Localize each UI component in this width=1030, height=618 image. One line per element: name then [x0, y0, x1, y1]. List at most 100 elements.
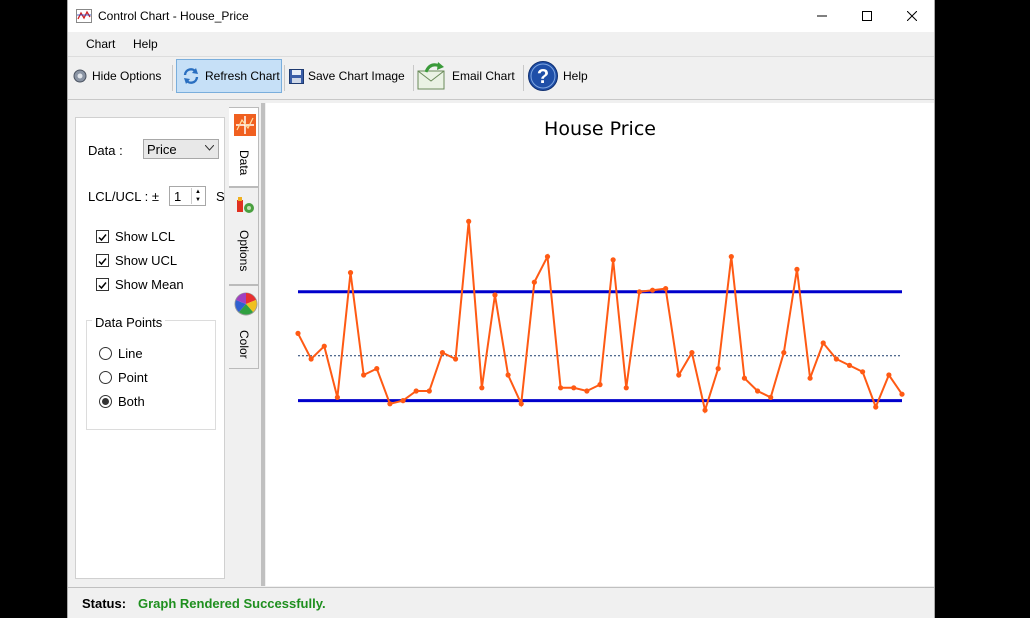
data-point: [558, 385, 564, 391]
window-title: Control Chart - House_Price: [98, 9, 249, 23]
data-point: [899, 391, 905, 397]
options-tools-icon: [237, 197, 254, 213]
data-points-group: Data Points Line Point Both: [86, 315, 216, 430]
show-mean-checkbox[interactable]: Show Mean: [96, 277, 184, 292]
app-chart-icon: [76, 9, 92, 23]
data-select[interactable]: Price: [143, 139, 219, 159]
data-point: [820, 340, 826, 346]
data-point: [715, 366, 721, 372]
status-text: Graph Rendered Successfully.: [138, 596, 326, 611]
menu-help[interactable]: Help: [129, 37, 162, 51]
radio-point-label: Point: [118, 370, 148, 385]
checkbox-box[interactable]: [96, 254, 109, 267]
svg-text:?: ?: [537, 66, 549, 88]
data-point: [846, 362, 853, 368]
radio-line-label: Line: [118, 346, 143, 361]
tab-options[interactable]: Options: [229, 187, 259, 285]
menu-chart[interactable]: Chart: [82, 37, 119, 51]
chart-title: House Price: [544, 118, 656, 140]
show-lcl-label: Show LCL: [115, 229, 175, 244]
data-point: [676, 372, 682, 378]
check-icon: [98, 234, 107, 242]
show-lcl-checkbox[interactable]: Show LCL: [96, 229, 175, 244]
data-point: [413, 388, 419, 394]
check-icon: [98, 282, 107, 290]
toolbar-separator: [413, 65, 414, 91]
data-point: [492, 292, 498, 298]
minimize-button[interactable]: [799, 0, 845, 32]
control-chart-window: Control Chart - House_Price Chart Help H…: [67, 0, 935, 618]
show-mean-label: Show Mean: [115, 277, 184, 292]
chevron-down-icon: [205, 145, 214, 151]
data-point: [479, 385, 485, 391]
save-disk-icon: [289, 68, 304, 84]
minimize-icon: [817, 15, 827, 17]
status-bar: Status: Graph Rendered Successfully.: [68, 587, 934, 618]
radio-circle[interactable]: [99, 347, 112, 360]
side-tabs: Data Options Color: [229, 107, 259, 587]
radio-both-label: Both: [118, 394, 145, 409]
data-chart-icon: [234, 114, 256, 136]
maximize-button[interactable]: [844, 0, 890, 32]
spin-up-icon[interactable]: ▲: [192, 188, 204, 196]
menu-bar: Chart Help: [68, 32, 934, 57]
tab-color[interactable]: Color: [229, 285, 259, 369]
data-point: [597, 382, 603, 388]
show-ucl-label: Show UCL: [115, 253, 178, 268]
data-point: [571, 385, 577, 391]
help-icon: ?: [528, 61, 558, 91]
data-point: [452, 356, 459, 362]
tab-options-label: Options: [237, 230, 251, 272]
radio-point[interactable]: Point: [99, 370, 148, 385]
data-point: [663, 286, 669, 292]
spin-down-icon[interactable]: ▼: [192, 196, 204, 204]
data-point: [649, 287, 656, 293]
data-point: [610, 257, 616, 263]
lcl-ucl-unit: S: [216, 189, 225, 204]
hide-options-label: Hide Options: [92, 69, 162, 83]
tab-color-label: Color: [237, 330, 251, 359]
checkbox-box[interactable]: [96, 230, 109, 243]
refresh-chart-button[interactable]: Refresh Chart: [176, 59, 282, 93]
data-point: [544, 254, 551, 260]
toolbar: Hide Options Refresh Chart Save Chart Im…: [68, 57, 934, 100]
data-point: [387, 401, 393, 407]
data-point: [860, 369, 866, 375]
status-label: Status:: [82, 596, 127, 611]
radio-circle[interactable]: [99, 395, 112, 408]
checkbox-box[interactable]: [96, 278, 109, 291]
data-point: [873, 404, 879, 410]
lcl-ucl-value: 1: [174, 189, 182, 204]
control-chart: House Price: [295, 118, 905, 415]
help-button[interactable]: ? Help: [527, 59, 593, 93]
save-chart-image-label: Save Chart Image: [308, 69, 405, 83]
data-point: [374, 366, 380, 372]
hide-options-button[interactable]: Hide Options: [72, 59, 170, 93]
data-point: [741, 375, 748, 381]
data-point: [754, 388, 761, 394]
save-chart-image-button[interactable]: Save Chart Image: [289, 59, 411, 93]
data-point: [347, 270, 354, 276]
email-chart-label: Email Chart: [452, 69, 515, 83]
data-point: [689, 350, 695, 356]
options-panel: Data : Price LCL/UCL : ± 1 ▲ ▼ S Show LC…: [75, 117, 225, 579]
tab-data[interactable]: Data: [229, 107, 259, 187]
close-button[interactable]: [889, 0, 934, 32]
radio-both[interactable]: Both: [99, 394, 145, 409]
radio-line[interactable]: Line: [99, 346, 143, 361]
data-point: [702, 407, 708, 413]
tab-data-label: Data: [237, 150, 251, 176]
data-point: [807, 375, 813, 381]
data-label: Data :: [88, 143, 123, 158]
lcl-ucl-spinner[interactable]: 1 ▲ ▼: [169, 186, 206, 206]
data-point: [295, 330, 301, 336]
email-chart-button[interactable]: Email Chart: [416, 59, 520, 93]
check-icon: [98, 258, 107, 266]
data-point: [636, 289, 642, 295]
show-ucl-checkbox[interactable]: Show UCL: [96, 253, 177, 268]
radio-circle[interactable]: [99, 371, 112, 384]
gear-icon: [73, 69, 87, 83]
help-label: Help: [563, 69, 588, 83]
data-point: [321, 343, 327, 349]
panel-splitter[interactable]: [261, 103, 265, 586]
